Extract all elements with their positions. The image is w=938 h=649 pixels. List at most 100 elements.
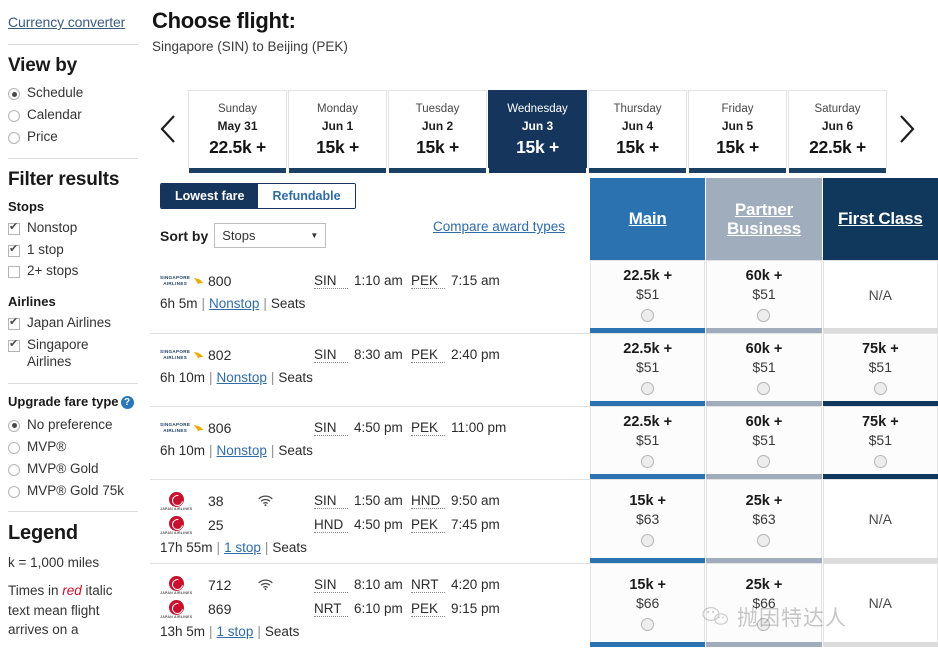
date-tab-wednesday-jun-3[interactable]: Wednesday Jun 3 15k + xyxy=(488,90,587,173)
sort-by-select[interactable]: Stops ▼ xyxy=(214,223,327,248)
origin-airport[interactable]: SIN xyxy=(314,273,348,289)
flight-stops-link[interactable]: 1 stop xyxy=(224,540,261,555)
view-by-option-schedule[interactable]: Schedule xyxy=(8,85,138,102)
fare-cell-main[interactable]: 22.5k + $51 xyxy=(590,333,706,407)
destination-airport[interactable]: PEK xyxy=(411,420,445,437)
fare-cell-partner-business[interactable]: 25k + $63 xyxy=(706,479,822,564)
stops-option-2-plus-stops[interactable]: 2+ stops xyxy=(8,263,138,280)
view-by-option-price[interactable]: Price xyxy=(8,129,138,146)
radio-icon[interactable] xyxy=(8,441,20,454)
option-label: Price xyxy=(27,128,58,144)
currency-converter-link[interactable]: Currency converter xyxy=(8,14,125,30)
fare-cell-first-class[interactable]: 75k + $51 xyxy=(822,333,938,407)
fare-cell-first-class[interactable]: 75k + $51 xyxy=(822,406,938,480)
fare-select-radio[interactable] xyxy=(873,382,887,396)
column-header-partner-business-label[interactable]: Partner Business xyxy=(706,200,821,238)
flight-stops-link[interactable]: Nonstop xyxy=(217,443,267,458)
column-header-main-label[interactable]: Main xyxy=(629,209,667,228)
upgrade-option-mvp-gold[interactable]: MVP® Gold xyxy=(8,461,138,478)
origin-airport[interactable]: HND xyxy=(314,517,348,534)
origin-airport[interactable]: SIN xyxy=(314,577,348,594)
column-header-main[interactable]: Main xyxy=(590,178,706,260)
flight-stops-link[interactable]: 1 stop xyxy=(217,624,254,639)
origin-airport[interactable]: SIN xyxy=(314,347,348,364)
seats-link[interactable]: Seats xyxy=(272,540,307,555)
legend-red-word: red xyxy=(62,582,82,598)
fare-cell-main[interactable]: 15k + $63 xyxy=(590,479,706,564)
seats-link[interactable]: Seats xyxy=(278,443,313,458)
fare-select-radio[interactable] xyxy=(757,455,771,469)
checkbox-icon[interactable] xyxy=(8,337,20,353)
fare-select-radio[interactable] xyxy=(757,533,771,547)
fare-cell-partner-business[interactable]: 60k + $51 xyxy=(706,333,822,407)
checkbox-icon[interactable] xyxy=(8,315,20,331)
compare-award-types-link[interactable]: Compare award types xyxy=(433,219,565,234)
tab-lowest-fare[interactable]: Lowest fare xyxy=(161,184,259,208)
flight-meta: 17h 55m | 1 stop | Seats xyxy=(160,540,582,555)
view-by-option-calendar[interactable]: Calendar xyxy=(8,107,138,124)
help-circle-icon[interactable]: ? xyxy=(120,395,134,409)
flight-stops-link[interactable]: Nonstop xyxy=(217,370,267,385)
upgrade-option-no-preference[interactable]: No preference xyxy=(8,417,138,434)
date-tab-friday-jun-5[interactable]: Friday Jun 5 15k + xyxy=(688,90,787,173)
fare-cell-partner-business[interactable]: 60k + $51 xyxy=(706,406,822,480)
origin-airport[interactable]: NRT xyxy=(314,601,348,618)
column-header-first-class[interactable]: First Class xyxy=(822,178,938,260)
column-header-partner-business[interactable]: Partner Business xyxy=(706,178,822,260)
flight-stops-link[interactable]: Nonstop xyxy=(209,296,259,311)
fare-select-radio[interactable] xyxy=(757,617,771,631)
fare-select-radio[interactable] xyxy=(641,382,655,396)
fare-cell-main[interactable]: 22.5k + $51 xyxy=(590,406,706,480)
checkbox-icon[interactable] xyxy=(8,220,20,235)
fare-cell-partner-business[interactable]: 60k + $51 xyxy=(706,260,822,334)
airlines-option-singapore-airlines[interactable]: Singapore Airlines xyxy=(8,337,138,371)
destination-airport[interactable]: PEK xyxy=(411,601,445,618)
destination-airport[interactable]: HND xyxy=(411,493,445,510)
date-tab-sunday-may-31[interactable]: Sunday May 31 22.5k + xyxy=(188,90,287,173)
radio-icon[interactable] xyxy=(8,463,20,476)
checkbox-icon[interactable] xyxy=(8,242,20,257)
upgrade-option-mvp-gold-75k[interactable]: MVP® Gold 75k xyxy=(8,483,138,500)
fare-select-radio[interactable] xyxy=(641,309,655,323)
chevron-left-icon[interactable] xyxy=(150,86,188,172)
fare-select-radio[interactable] xyxy=(757,309,771,323)
seats-link[interactable]: Seats xyxy=(271,296,306,311)
flight-info: JAPAN AIRLINES 712 SIN 8:10 am NRT 4:20 … xyxy=(150,563,590,647)
fare-cell-partner-business[interactable]: 25k + $66 xyxy=(706,563,822,648)
column-header-first-class-label[interactable]: First Class xyxy=(838,209,923,228)
stops-option-nonstop[interactable]: Nonstop xyxy=(8,220,138,237)
origin-airport[interactable]: SIN xyxy=(314,493,348,510)
seats-link[interactable]: Seats xyxy=(278,370,313,385)
fare-select-radio[interactable] xyxy=(641,617,655,631)
date-tab-monday-jun-1[interactable]: Monday Jun 1 15k + xyxy=(288,90,387,173)
destination-airport[interactable]: PEK xyxy=(411,273,445,289)
date-tab-saturday-jun-6[interactable]: Saturday Jun 6 22.5k + xyxy=(788,90,887,173)
radio-icon[interactable] xyxy=(8,109,20,122)
flight-leg: JAPAN AIRLINES 25 HND 4:50 pm PEK 7:45 p… xyxy=(160,513,582,537)
fare-select-radio[interactable] xyxy=(641,455,655,469)
date-tab-tuesday-jun-2[interactable]: Tuesday Jun 2 15k + xyxy=(388,90,487,173)
destination-airport[interactable]: PEK xyxy=(411,347,445,364)
fare-select-radio[interactable] xyxy=(873,455,887,469)
checkbox-icon[interactable] xyxy=(8,266,20,279)
fare-cell-main[interactable]: 15k + $66 xyxy=(590,563,706,648)
fare-select-radio[interactable] xyxy=(757,382,771,396)
seats-link[interactable]: Seats xyxy=(265,624,300,639)
flight-info: SINGAPORE AIRLINES 806 SIN 4:50 pm PEK 1… xyxy=(150,406,590,479)
stops-option-1-stop[interactable]: 1 stop xyxy=(8,242,138,259)
radio-icon[interactable] xyxy=(8,485,20,498)
destination-airport[interactable]: NRT xyxy=(411,577,445,594)
radio-icon[interactable] xyxy=(8,131,20,144)
tab-refundable[interactable]: Refundable xyxy=(258,184,355,208)
origin-airport[interactable]: SIN xyxy=(314,420,348,437)
radio-icon[interactable] xyxy=(8,88,20,100)
chevron-right-icon[interactable] xyxy=(887,86,925,172)
radio-icon[interactable] xyxy=(8,419,20,432)
destination-airport[interactable]: PEK xyxy=(411,517,445,534)
fare-select-radio[interactable] xyxy=(641,533,655,547)
date-tab-thursday-jun-4[interactable]: Thursday Jun 4 15k + xyxy=(588,90,687,173)
fare-cell-underbar xyxy=(706,642,822,648)
airlines-option-japan-airlines[interactable]: Japan Airlines xyxy=(8,315,138,332)
fare-cell-main[interactable]: 22.5k + $51 xyxy=(590,260,706,334)
upgrade-option-mvp[interactable]: MVP® xyxy=(8,439,138,456)
